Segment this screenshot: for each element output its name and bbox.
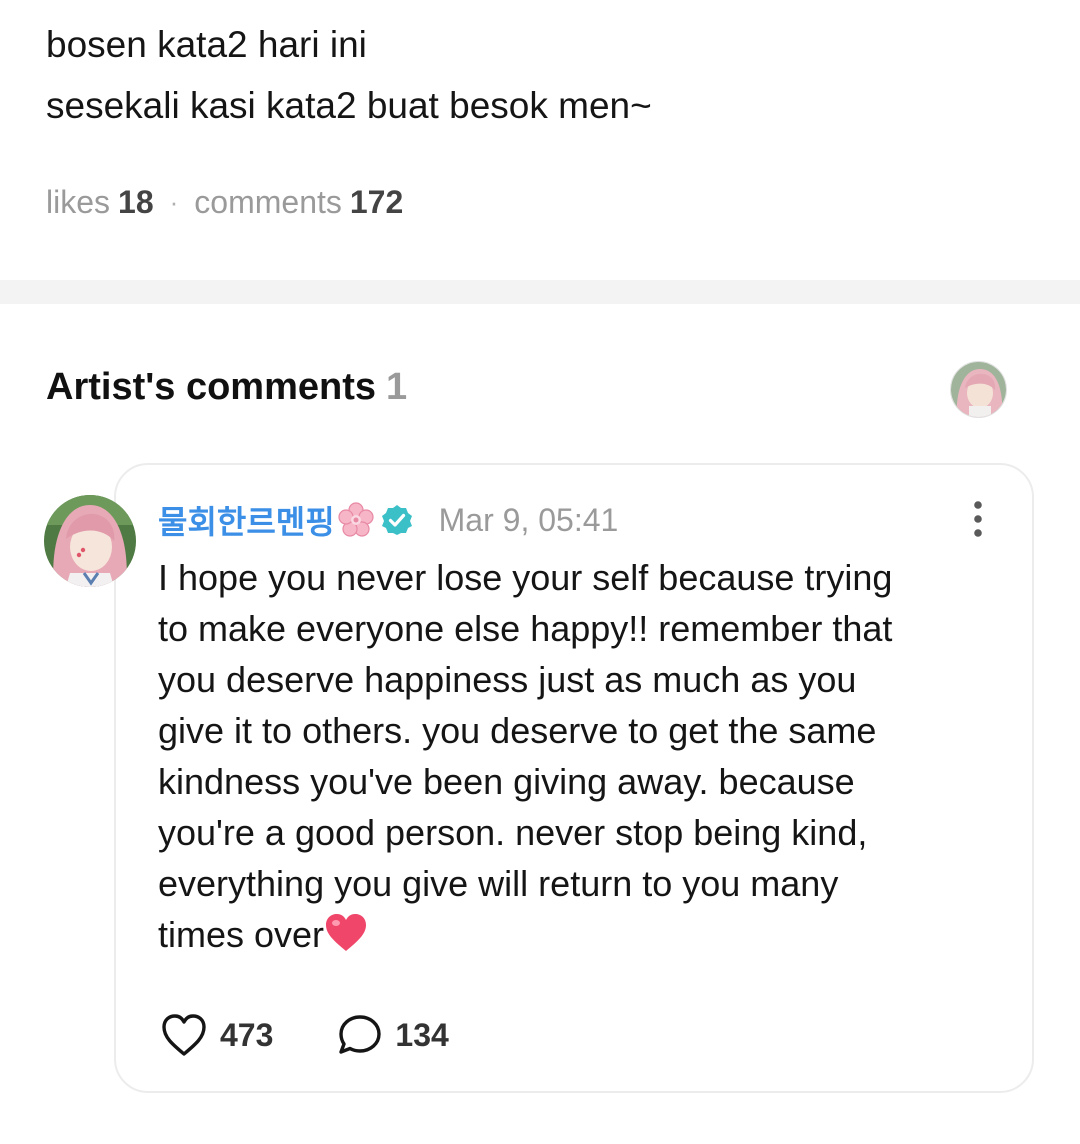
comment-actions: 473 134 — [160, 1010, 449, 1060]
comments-count[interactable]: 172 — [350, 184, 403, 221]
comment-body-line: everything you give will return to you m… — [158, 863, 839, 904]
section-divider — [0, 280, 1080, 304]
post-text-line-1: bosen kata2 hari ini — [46, 24, 367, 65]
like-count: 473 — [220, 1016, 274, 1053]
comment-author-name[interactable]: 물회한르멘핑 — [158, 497, 335, 543]
commenter-avatar-image — [44, 495, 136, 587]
likes-count[interactable]: 18 — [118, 184, 154, 221]
stats-separator-dot: · — [169, 187, 179, 217]
comment-body-line: I hope you never lose your self because … — [158, 557, 893, 598]
comment-body-line: to make everyone else happy!! remember t… — [158, 608, 893, 649]
speech-bubble-icon — [339, 1015, 382, 1054]
comments-label[interactable]: comments — [194, 184, 342, 221]
heart-outline-icon — [162, 1014, 206, 1056]
comment-body-line: kindness you've been giving away. becaus… — [158, 761, 855, 802]
comment-timestamp: Mar 9, 05:41 — [438, 501, 619, 538]
comment-body-last-line: times over — [158, 909, 968, 960]
cherry-blossom-icon — [337, 501, 375, 539]
post-text: bosen kata2 hari ini sesekali kasi kata2… — [46, 14, 652, 136]
verified-badge-icon — [381, 504, 413, 536]
artist-comments-count: 1 — [386, 366, 408, 408]
like-button[interactable]: 473 — [160, 1013, 273, 1057]
comment-body-line: you deserve happiness just as much as yo… — [158, 659, 857, 700]
red-heart-icon — [324, 913, 368, 953]
reply-button[interactable]: 134 — [337, 1013, 449, 1057]
reply-count: 134 — [395, 1016, 449, 1053]
post-stats: likes 18 · comments 172 — [46, 184, 403, 221]
post-content: bosen kata2 hari ini sesekali kasi kata2… — [0, 0, 1080, 280]
comment-body-line: you're a good person. never stop being k… — [158, 812, 868, 853]
comment-body-line: times over — [158, 914, 325, 955]
avatar-image — [951, 362, 1006, 417]
more-options-icon[interactable] — [966, 499, 990, 539]
artist-comments-header: Artist's comments 1 — [46, 366, 407, 409]
likes-label[interactable]: likes — [46, 184, 110, 221]
artist-avatar-filter[interactable] — [950, 361, 1007, 418]
commenter-avatar[interactable] — [44, 495, 136, 587]
comment-header: 물회한르멘핑 Mar 9, 05:41 — [158, 497, 619, 543]
artist-comments-title: Artist's comments — [46, 366, 377, 408]
post-text-line-2: sesekali kasi kata2 buat besok men~ — [46, 85, 652, 126]
comment-body-line: give it to others. you deserve to get th… — [158, 710, 877, 751]
comment-body: I hope you never lose your self because … — [158, 552, 968, 960]
